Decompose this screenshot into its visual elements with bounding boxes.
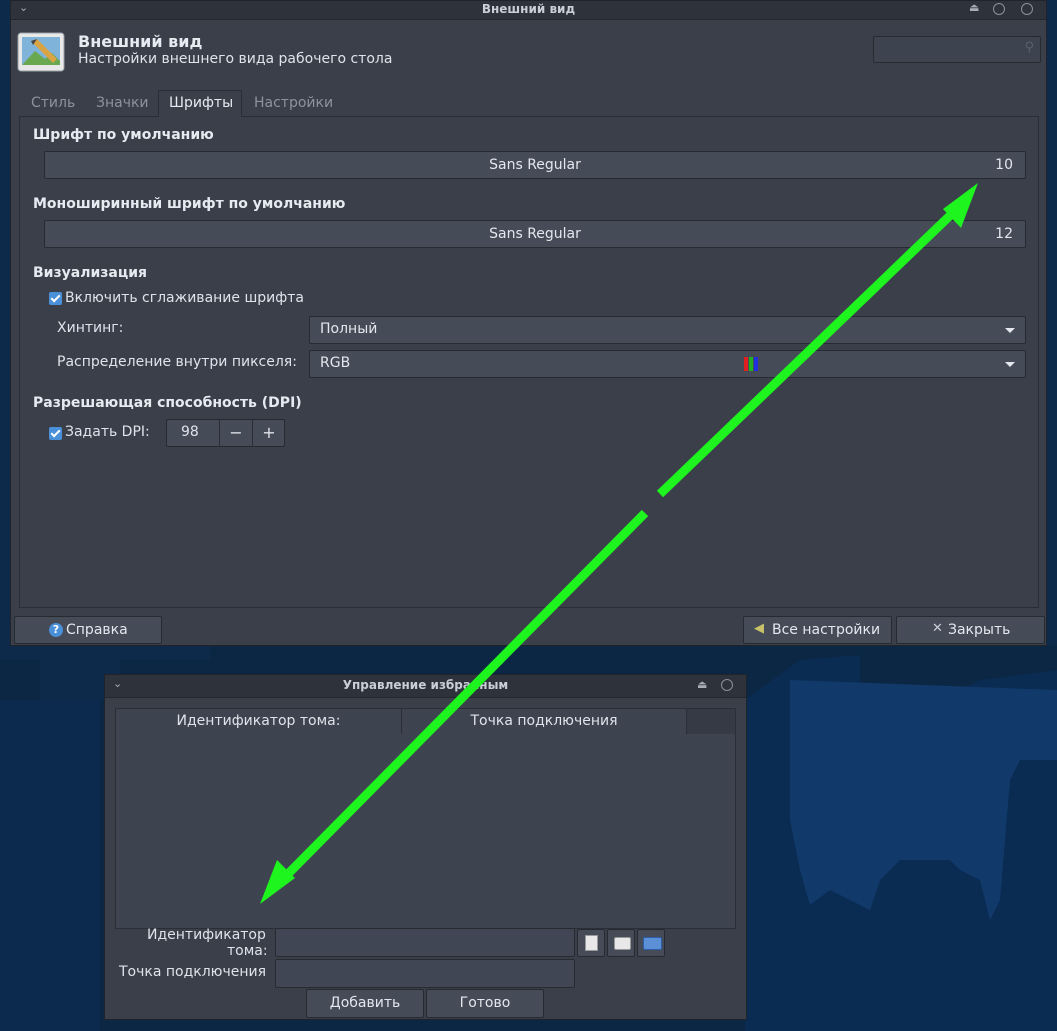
arrow-segment-lower bbox=[276, 509, 649, 886]
annotation-arrow bbox=[260, 183, 978, 904]
arrow-segment-upper bbox=[656, 202, 964, 498]
